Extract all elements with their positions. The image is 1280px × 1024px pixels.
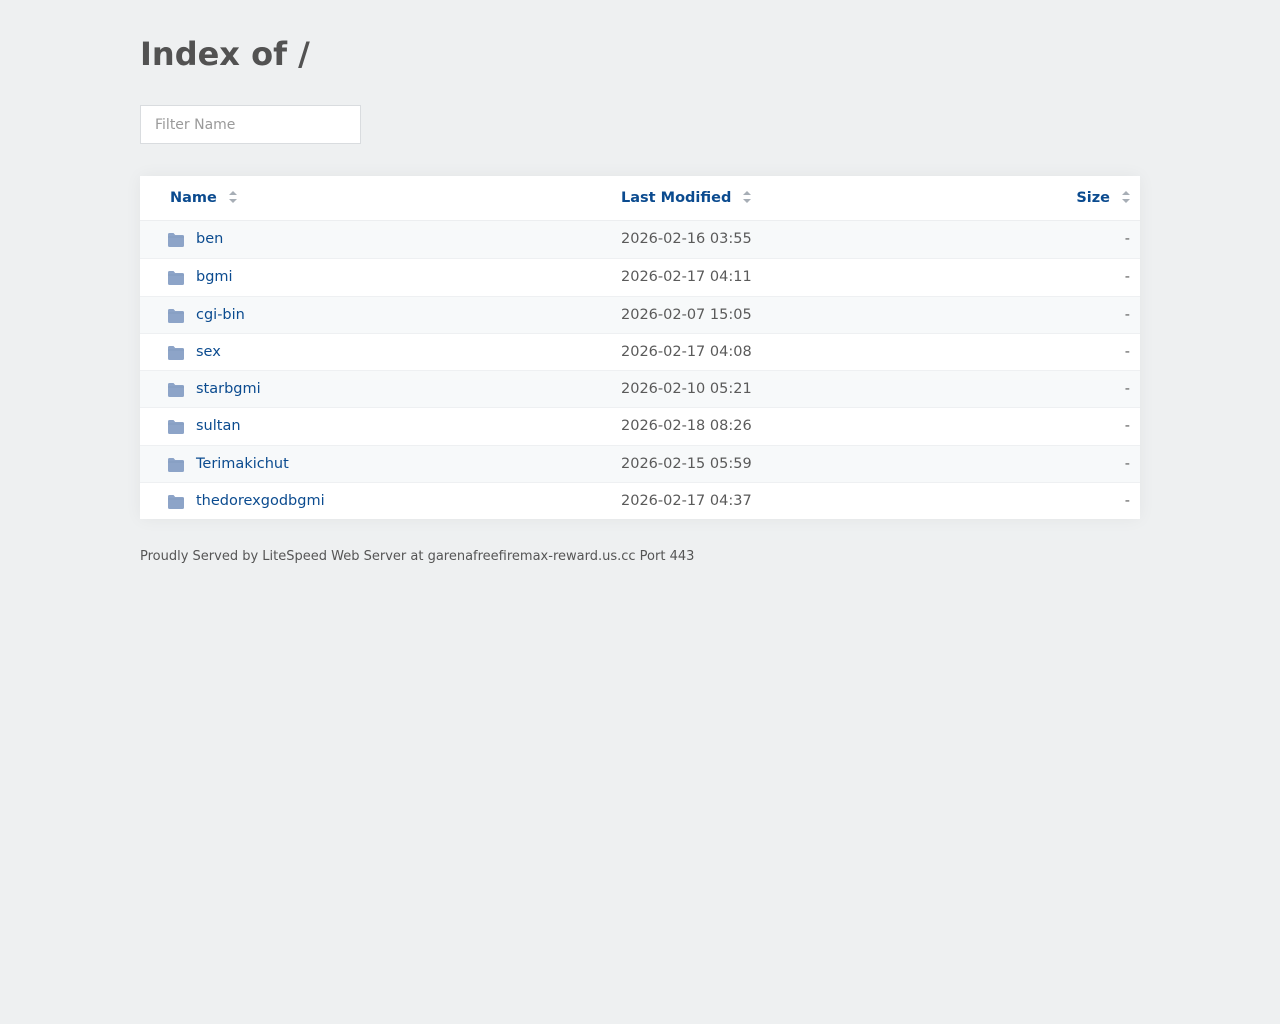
filter-name-input[interactable] [140,105,361,144]
size-cell: - [1124,418,1130,435]
sort-icon [743,191,752,203]
last-modified-cell: 2026-02-18 08:26 [621,418,752,435]
size-cell: - [1124,455,1130,472]
last-modified-cell: 2026-02-07 15:05 [621,306,752,323]
folder-link[interactable]: Terimakichut [196,446,289,483]
page-title: Index of / [140,35,310,73]
folder-icon [168,271,184,286]
table-row: thedorexgodbgmi 2026-02-17 04:37 - [140,481,1140,520]
last-modified-cell: 2026-02-17 04:37 [621,492,752,509]
folder-icon [168,494,184,509]
folder-icon [168,308,184,323]
table-row: sex 2026-02-17 04:08 - [140,332,1140,371]
last-modified-cell: 2026-02-15 05:59 [621,455,752,472]
file-listing-table: Name Last Modified Size ben 2026-02-16 0… [140,176,1140,519]
size-header-label: Size [1076,190,1110,206]
name-header-label: Name [170,190,217,206]
table-row: cgi-bin 2026-02-07 15:05 - [140,295,1140,334]
table-row: starbgmi 2026-02-10 05:21 - [140,370,1140,408]
folder-link[interactable]: cgi-bin [196,297,245,334]
sort-by-last-modified-header[interactable]: Last Modified [621,176,752,220]
folder-link[interactable]: bgmi [196,259,233,296]
table-row: bgmi 2026-02-17 04:11 - [140,258,1140,295]
table-row: ben 2026-02-16 03:55 - [140,221,1140,259]
sort-by-size-header[interactable]: Size [1076,176,1130,220]
folder-icon [168,233,184,247]
folder-link[interactable]: sex [196,334,221,371]
table-row: Terimakichut 2026-02-15 05:59 - [140,444,1140,483]
sort-by-name-header[interactable]: Name [170,176,237,220]
size-cell: - [1124,306,1130,323]
last-modified-cell: 2026-02-17 04:08 [621,343,752,360]
size-cell: - [1124,492,1130,509]
last-modified-cell: 2026-02-17 04:11 [621,269,752,286]
table-header: Name Last Modified Size [140,176,1140,221]
size-cell: - [1124,343,1130,360]
sort-icon [1122,191,1130,203]
last-modified-cell: 2026-02-16 03:55 [621,231,752,247]
folder-link[interactable]: starbgmi [196,371,261,408]
table-body: ben 2026-02-16 03:55 - bgmi 2026-02-17 0… [140,221,1140,519]
size-cell: - [1124,231,1130,247]
folder-icon [168,383,184,397]
size-cell: - [1124,269,1130,286]
folder-link[interactable]: ben [196,221,223,258]
folder-link[interactable]: sultan [196,408,241,445]
last-modified-cell: 2026-02-10 05:21 [621,381,752,397]
last-modified-header-label: Last Modified [621,190,732,206]
server-footer: Proudly Served by LiteSpeed Web Server a… [140,549,695,564]
folder-icon [168,457,184,472]
sort-icon [228,191,237,203]
folder-link[interactable]: thedorexgodbgmi [196,483,325,520]
table-row: sultan 2026-02-18 08:26 - [140,407,1140,444]
size-cell: - [1124,381,1130,397]
folder-icon [168,420,184,435]
folder-icon [168,345,184,360]
